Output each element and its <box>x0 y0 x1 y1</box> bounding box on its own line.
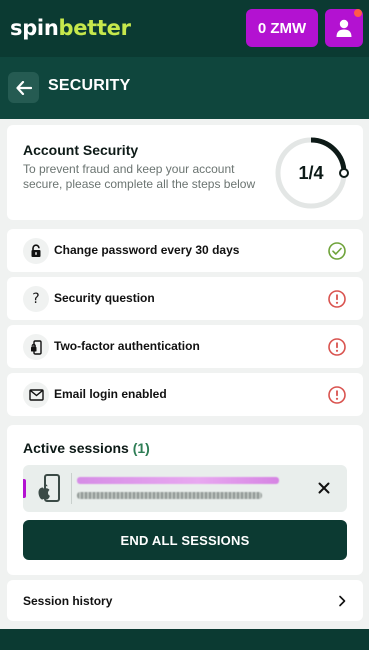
page-title: SECURITY <box>48 77 131 94</box>
step-label: Two-factor authentication <box>54 339 200 353</box>
close-icon <box>318 482 330 494</box>
step-label: Security question <box>54 291 155 305</box>
back-button[interactable] <box>8 72 39 103</box>
active-sessions-title: Active sessions (1) <box>23 440 150 456</box>
logo-spin: spin <box>10 16 59 40</box>
session-history-row[interactable]: Session history <box>7 580 363 621</box>
step-two-factor[interactable]: Two-factor authentication <box>7 325 363 368</box>
notification-dot <box>354 9 362 17</box>
phone-lock-icon <box>23 334 49 360</box>
progress-label: 1/4 <box>298 162 324 183</box>
step-security-question[interactable]: ? Security question <box>7 277 363 320</box>
current-session-marker <box>23 479 26 498</box>
chevron-right-icon <box>339 595 346 607</box>
session-meta-redacted <box>77 492 262 499</box>
user-icon <box>336 19 352 37</box>
top-bar: spinbetter 0 ZMW <box>0 0 369 57</box>
logo-better: better <box>58 16 131 40</box>
end-all-sessions-button[interactable]: END ALL SESSIONS <box>23 520 347 560</box>
step-email-login[interactable]: Email login enabled <box>7 373 363 416</box>
active-sessions-label: Active sessions <box>23 440 129 456</box>
step-change-password[interactable]: Change password every 30 days <box>7 229 363 272</box>
account-security-title: Account Security <box>23 142 139 158</box>
session-history-label: Session history <box>23 594 113 608</box>
account-security-description: To prevent fraud and keep your account s… <box>23 162 256 191</box>
step-label: Email login enabled <box>54 387 167 401</box>
apple-phone-icon <box>38 474 60 502</box>
lock-icon <box>23 238 49 264</box>
bottom-bar <box>0 629 369 650</box>
envelope-icon <box>23 382 49 408</box>
logo[interactable]: spinbetter <box>10 16 131 40</box>
account-security-card: Account Security To prevent fraud and ke… <box>7 125 363 220</box>
step-label: Change password every 30 days <box>54 243 240 257</box>
active-sessions-card: Active sessions (1) END ALL SESSIONS <box>7 425 363 575</box>
alert-circle-icon <box>328 386 346 404</box>
check-circle-icon <box>328 242 346 260</box>
balance-button[interactable]: 0 ZMW <box>246 9 318 47</box>
page-header: SECURITY <box>0 57 369 119</box>
arrow-left-icon <box>15 80 32 95</box>
session-row <box>23 465 347 512</box>
session-device-name-redacted <box>77 477 279 484</box>
security-content: Account Security To prevent fraud and ke… <box>0 119 369 629</box>
alert-circle-icon <box>328 290 346 308</box>
alert-circle-icon <box>328 338 346 356</box>
session-divider <box>71 473 72 504</box>
active-sessions-count: (1) <box>132 440 150 456</box>
question-icon: ? <box>23 286 49 312</box>
close-session-button[interactable] <box>315 479 333 497</box>
